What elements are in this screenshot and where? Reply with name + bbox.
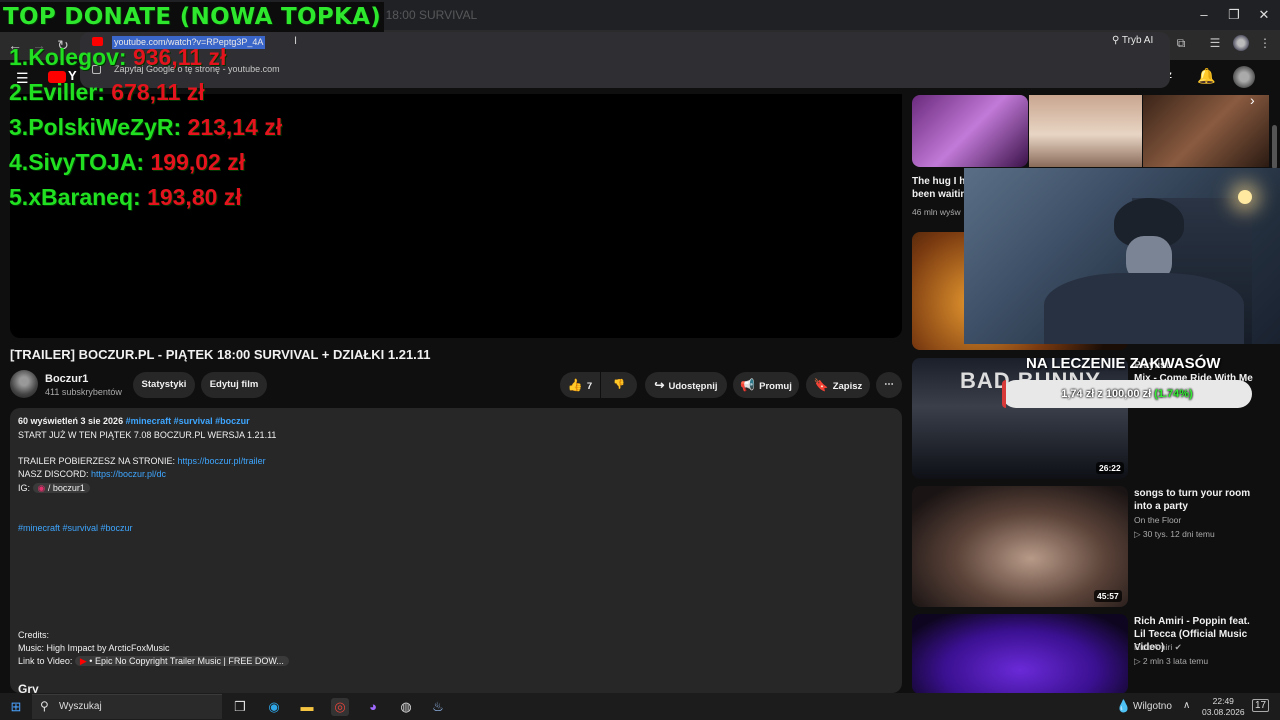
scrollbar-thumb[interactable] <box>1272 125 1277 169</box>
minimize-icon[interactable]: – <box>1194 5 1214 25</box>
restore-icon[interactable]: ❐ <box>1224 5 1244 25</box>
sidebar-video-title[interactable]: The hug I h been waitin <box>912 175 966 201</box>
video-thumbnail[interactable] <box>912 614 1128 694</box>
promote-label: Promuj <box>759 381 792 392</box>
top-donate-title: TOP DONATE (NOWA TOPKA) <box>0 2 385 32</box>
credits-label: Credits: <box>18 630 50 640</box>
video-title: [TRAILER] BOCZUR.PL - PIĄTEK 18:00 SURVI… <box>10 347 431 362</box>
more-menu-icon[interactable]: ⋮ <box>1256 34 1274 52</box>
text-cursor-icon: I <box>294 35 298 47</box>
music-credit: Music: High Impact by ArcticFoxMusic <box>18 643 170 653</box>
clock-date: 03.08.2026 <box>1202 707 1245 717</box>
edge-icon[interactable]: ◉ <box>265 698 283 716</box>
trailer-link[interactable]: https://boczur.pl/trailer <box>178 456 266 466</box>
video-thumbnail[interactable] <box>1029 95 1142 167</box>
video-duration: 45:57 <box>1094 590 1122 602</box>
like-count: 7 <box>586 381 593 392</box>
dislike-button[interactable]: 👎 <box>601 372 637 398</box>
donor-row: 1.Kolegov: 936,11 zł <box>9 44 227 70</box>
file-explorer-icon[interactable]: ▬ <box>298 698 316 716</box>
task-view-icon[interactable]: ❒ <box>231 698 249 716</box>
bookmark-icon: 🔖 <box>813 378 829 392</box>
video-thumbnail[interactable] <box>912 95 1028 167</box>
sidebar-video-title[interactable]: songs to turn your room into a party <box>1134 487 1264 513</box>
chevron-right-icon[interactable]: › <box>1250 92 1255 108</box>
description-line: NASZ DISCORD: https://boczur.pl/dc <box>18 469 167 479</box>
description-line: START JUŻ W TEN PIĄTEK 7.08 BOCZUR.PL WE… <box>18 430 277 440</box>
description-meta: 60 wyświetleń 3 sie 2026 #minecraft #sur… <box>18 416 250 426</box>
sidebar-channel[interactable]: Rich Amiri ✔ <box>1134 642 1182 653</box>
notifications-bell-icon[interactable]: 🔔 <box>1197 67 1216 85</box>
video-thumbnail[interactable] <box>912 486 1128 607</box>
subscriber-count: 411 subskrybentów <box>45 387 122 397</box>
sidebar-video-meta: 46 mln wyśw <box>912 207 961 217</box>
taskbar-search-placeholder: Wyszukaj <box>59 701 102 712</box>
save-button[interactable]: 🔖 Zapisz <box>806 372 870 398</box>
channel-avatar[interactable] <box>10 370 38 398</box>
search-icon: ⚲ <box>40 699 49 713</box>
channel-name[interactable]: Boczur1 <box>45 373 88 385</box>
donor-row: 5.xBaraneq: 193,80 zł <box>9 184 242 210</box>
humidity-icon: 💧 <box>1116 699 1131 713</box>
discord-link[interactable]: https://boczur.pl/dc <box>91 469 166 479</box>
search-icon: ⚲ <box>1112 35 1122 46</box>
taskbar-clock[interactable]: 22:49 03.08.2026 <box>1202 696 1245 718</box>
discord-icon[interactable]: ◕ <box>364 698 382 716</box>
media-icon[interactable]: ☰ <box>1206 34 1224 52</box>
megaphone-icon: 📢 <box>740 378 756 392</box>
save-label: Zapisz <box>832 381 863 392</box>
meta-hashtags[interactable]: #minecraft #survival #boczur <box>126 416 250 426</box>
share-button[interactable]: ↪ Udostępnij <box>645 372 727 398</box>
instagram-chip[interactable]: ◉ / boczur1 <box>32 483 90 493</box>
donation-goal-text: 1,74 zł z 100,00 zł (1.74%) <box>1061 388 1193 400</box>
description-hashtags[interactable]: #minecraft #survival #boczur <box>18 523 133 533</box>
obs-icon[interactable]: ◍ <box>397 698 415 716</box>
more-actions-icon[interactable]: ⋯ <box>876 372 902 398</box>
edit-video-button[interactable]: Edytuj film <box>201 372 267 398</box>
ai-mode-label: Tryb AI <box>1121 35 1154 46</box>
stats-button[interactable]: Statystyki <box>133 372 195 398</box>
verified-icon: ✔ <box>1174 642 1182 652</box>
tray-chevron-icon[interactable]: ∧ <box>1183 700 1190 711</box>
weather-widget[interactable]: Wilgotno <box>1133 701 1172 712</box>
steam-icon[interactable]: ♨ <box>429 698 447 716</box>
donor-row: 4.SivyTOJA: 199,02 zł <box>9 149 246 175</box>
extensions-icon[interactable]: ⧉ <box>1172 34 1190 52</box>
description-line: TRAILER POBIERZESZ NA STRONIE: https://b… <box>18 456 266 466</box>
thumbs-down-icon: 👎 <box>613 379 625 390</box>
share-label: Udostępnij <box>668 381 718 392</box>
video-duration: 26:22 <box>1096 462 1124 474</box>
linked-video-chip[interactable]: ▶ • Epic No Copyright Trailer Music | FR… <box>74 656 289 666</box>
notification-center-icon[interactable]: 17 <box>1252 699 1270 712</box>
sidebar-video-meta: ▷ 30 tys. 12 dni temu <box>1134 529 1215 539</box>
profile-avatar[interactable] <box>1233 35 1249 51</box>
chrome-icon[interactable]: ◎ <box>331 698 349 716</box>
description-line: IG: ◉ / boczur1 <box>18 483 90 494</box>
clock-time: 22:49 <box>1212 696 1234 706</box>
description-line: Link to Video: ▶ • Epic No Copyright Tra… <box>18 656 289 667</box>
promote-button[interactable]: 📢 Promuj <box>733 372 799 398</box>
donor-row: 2.Eviller: 678,11 zł <box>9 79 205 105</box>
donation-goal-title: NA LECZENIE ZAKWASÓW <box>1026 355 1221 372</box>
webcam-overlay <box>964 168 1280 344</box>
sidebar-channel[interactable]: On the Floor <box>1134 515 1181 525</box>
youtube-icon: ▶ <box>79 656 87 666</box>
ai-mode-button[interactable]: ⚲ Tryb AI <box>1112 35 1153 46</box>
close-icon[interactable]: ✕ <box>1254 5 1274 25</box>
sidebar-video-meta: ▷ 2 mln 3 lata temu <box>1134 656 1209 666</box>
thumbs-up-icon: 👍 <box>567 378 583 392</box>
like-button[interactable]: 👍 7 <box>560 372 600 398</box>
donor-row: 3.PolskiWeZyR: 213,14 zł <box>9 114 283 140</box>
share-icon: ↪ <box>654 378 665 392</box>
start-icon[interactable]: ⊞ <box>7 698 25 716</box>
account-avatar[interactable] <box>1233 66 1255 88</box>
